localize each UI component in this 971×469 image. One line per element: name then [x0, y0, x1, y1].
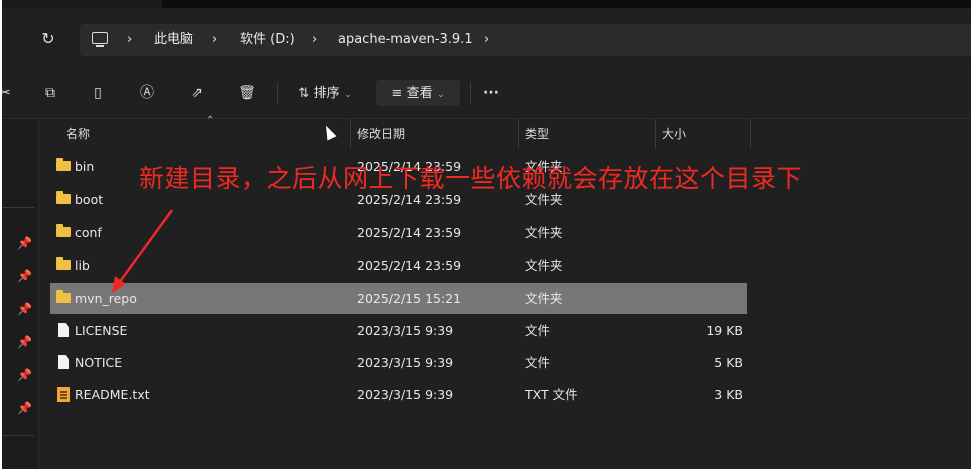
file-explorer-window: ↻ › 此电脑 › 软件 (D:) › apache-maven-3.9.1 ›… — [2, 0, 971, 469]
annotation-arrow — [112, 209, 174, 293]
